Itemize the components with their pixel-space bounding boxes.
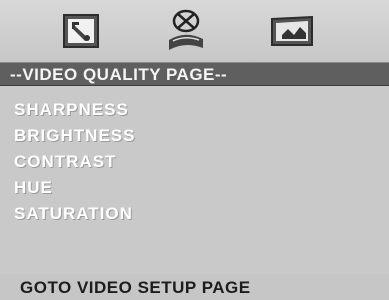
- goto-video-setup-link[interactable]: GOTO VIDEO SETUP PAGE: [20, 278, 251, 298]
- tab-audio-setup[interactable]: [162, 8, 210, 54]
- menu-item-brightness[interactable]: BRIGHTNESS: [14, 123, 135, 149]
- general-setup-icon: [63, 14, 99, 48]
- menu-item-saturation[interactable]: SATURATION: [14, 201, 135, 227]
- video-quality-menu: SHARPNESS BRIGHTNESS CONTRAST HUE SATURA…: [14, 97, 135, 227]
- page-title-bar: --VIDEO QUALITY PAGE--: [0, 62, 389, 86]
- menu-item-hue[interactable]: HUE: [14, 175, 135, 201]
- footer-bar: GOTO VIDEO SETUP PAGE: [0, 274, 389, 300]
- tab-video-setup[interactable]: [268, 8, 316, 54]
- menu-item-sharpness[interactable]: SHARPNESS: [14, 97, 135, 123]
- menu-item-contrast[interactable]: CONTRAST: [14, 149, 135, 175]
- setup-tab-bar: [0, 0, 389, 64]
- video-setup-icon: [271, 15, 313, 46]
- audio-setup-icon: [169, 9, 203, 50]
- dvd-setup-screen: --VIDEO QUALITY PAGE-- SHARPNESS BRIGHTN…: [0, 0, 389, 300]
- page-title: --VIDEO QUALITY PAGE--: [10, 65, 228, 84]
- tab-general-setup[interactable]: [57, 8, 105, 54]
